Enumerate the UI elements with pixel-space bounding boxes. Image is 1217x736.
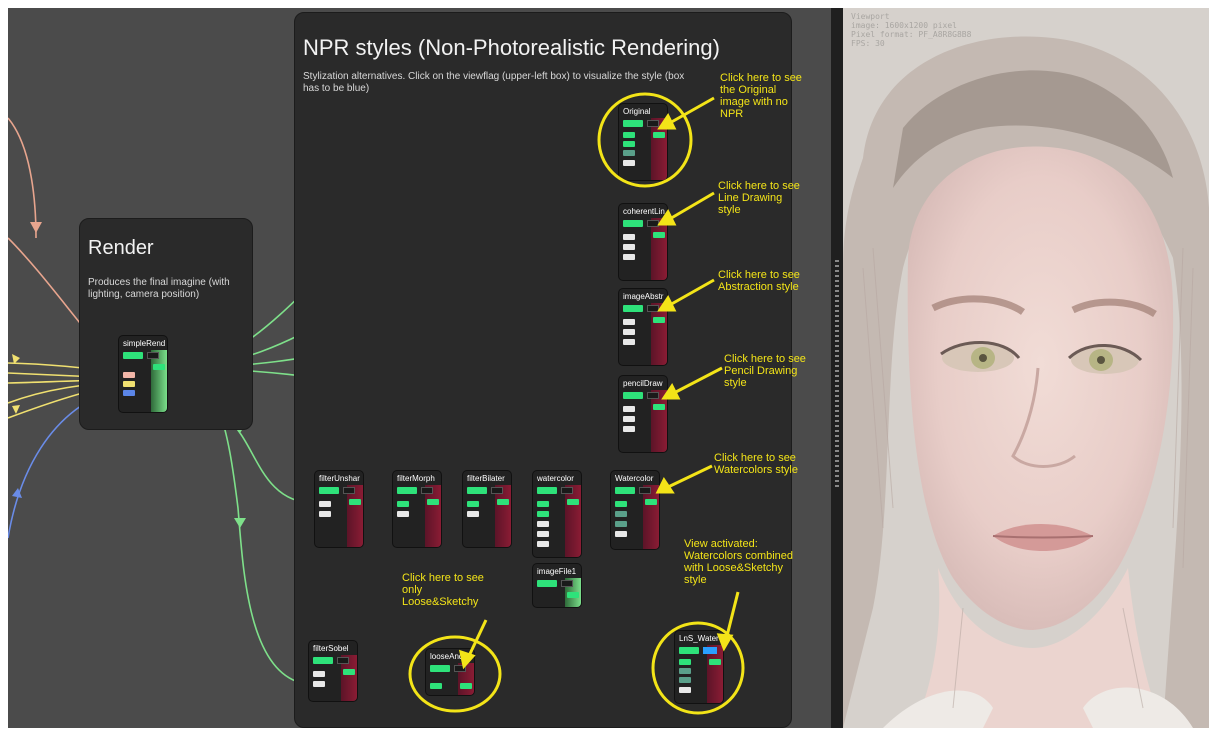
view-flag[interactable] xyxy=(430,665,450,672)
node-label: imageFile1 xyxy=(537,567,577,576)
view-flag[interactable] xyxy=(679,647,699,654)
splitter-grip[interactable] xyxy=(835,260,839,490)
toggle-box[interactable] xyxy=(639,487,651,494)
viewport-info-format: Pixel format: PF_A8R8G8B8 xyxy=(851,30,972,39)
view-flag[interactable] xyxy=(623,120,643,127)
view-flag[interactable] xyxy=(537,487,557,494)
toggle-box[interactable] xyxy=(337,657,349,664)
toggle-box[interactable] xyxy=(647,220,659,227)
render-frame-title: Render xyxy=(88,237,154,259)
node-label: imageAbstr xyxy=(623,292,664,301)
node-label: Watercolor xyxy=(615,474,654,483)
node-filter-sobel[interactable]: filterSobel xyxy=(308,640,358,702)
view-flag[interactable] xyxy=(615,487,635,494)
node-watercolor[interactable]: Watercolor xyxy=(610,470,660,550)
annotation-loose-sketchy: Click here to see only Loose&Sketchy xyxy=(402,572,484,608)
annotation-pencil: Click here to see Pencil Drawing style xyxy=(724,353,806,389)
node-image-abstraction[interactable]: imageAbstr xyxy=(618,288,668,366)
node-filter-unsharp[interactable]: filterUnshar xyxy=(314,470,364,548)
active-view-flag[interactable] xyxy=(703,647,717,654)
view-flag[interactable] xyxy=(397,487,417,494)
node-filter-morpho[interactable]: filterMorph xyxy=(392,470,442,548)
toggle-box[interactable] xyxy=(647,305,659,312)
toggle-box[interactable] xyxy=(421,487,433,494)
node-label: LnS_Water xyxy=(679,634,719,643)
node-label: Original xyxy=(623,107,651,116)
npr-frame-description: Stylization alternatives. Click on the v… xyxy=(303,71,685,94)
view-flag[interactable] xyxy=(537,580,557,587)
node-label: filterUnshar xyxy=(319,474,360,483)
node-watercolor-filter[interactable]: watercolor xyxy=(532,470,582,558)
viewport-panel[interactable]: Viewport image: 1600x1200 pixel Pixel fo… xyxy=(843,8,1209,728)
node-original[interactable]: Original xyxy=(618,103,668,181)
viewport-info-fps: FPS: 30 xyxy=(851,39,885,48)
npr-styles-frame[interactable]: NPR styles (Non-Photorealistic Rendering… xyxy=(294,12,792,728)
annotation-abstraction: Click here to see Abstraction style xyxy=(718,269,800,293)
node-loose-and-sketchy[interactable]: looseAndS xyxy=(425,648,475,696)
npr-frame-title: NPR styles (Non-Photorealistic Rendering… xyxy=(303,35,720,60)
toggle-box[interactable] xyxy=(454,665,466,672)
node-coherent-lines[interactable]: coherentLin xyxy=(618,203,668,281)
viewport-info: Viewport image: 1600x1200 pixel Pixel fo… xyxy=(851,12,971,48)
node-label: coherentLin xyxy=(623,207,665,216)
view-flag[interactable] xyxy=(123,352,143,359)
rendered-portrait-image xyxy=(843,8,1209,728)
node-simple-render[interactable]: simpleRend xyxy=(118,335,168,413)
viewport-info-title: Viewport xyxy=(851,12,890,21)
toggle-box[interactable] xyxy=(561,580,573,587)
annotation-view-activated: View activated: Watercolors combined wit… xyxy=(684,538,794,586)
node-label: looseAndS xyxy=(430,652,469,661)
node-label: watercolor xyxy=(537,474,574,483)
view-flag[interactable] xyxy=(623,305,643,312)
view-flag[interactable] xyxy=(623,392,643,399)
node-label: filterMorph xyxy=(397,474,435,483)
toggle-box[interactable] xyxy=(647,392,659,399)
view-flag[interactable] xyxy=(623,220,643,227)
node-label: filterBilater xyxy=(467,474,505,483)
annotation-line-drawing: Click here to see Line Drawing style xyxy=(718,180,800,216)
render-frame-description: Produces the final imagine (with lightin… xyxy=(88,277,230,300)
node-lns-water[interactable]: LnS_Water xyxy=(674,630,724,704)
annotation-watercolors: Click here to see Watercolors style xyxy=(714,452,798,476)
toggle-box[interactable] xyxy=(343,487,355,494)
viewport-info-image: image: 1600x1200 pixel xyxy=(851,21,957,30)
node-image-file[interactable]: imageFile1 xyxy=(532,563,582,608)
node-label: simpleRend xyxy=(123,339,166,348)
view-flag[interactable] xyxy=(313,657,333,664)
node-pencil-drawing[interactable]: pencilDraw xyxy=(618,375,668,453)
view-flag[interactable] xyxy=(319,487,339,494)
node-label: filterSobel xyxy=(313,644,349,653)
toggle-box[interactable] xyxy=(147,352,159,359)
view-flag[interactable] xyxy=(467,487,487,494)
annotation-original: Click here to see the Original image wit… xyxy=(720,72,802,120)
node-graph-editor[interactable]: Render Produces the final imagine (with … xyxy=(8,8,831,728)
toggle-box[interactable] xyxy=(491,487,503,494)
node-label: pencilDraw xyxy=(623,379,663,388)
toggle-box[interactable] xyxy=(647,120,659,127)
node-filter-bilateral[interactable]: filterBilater xyxy=(462,470,512,548)
toggle-box[interactable] xyxy=(561,487,573,494)
